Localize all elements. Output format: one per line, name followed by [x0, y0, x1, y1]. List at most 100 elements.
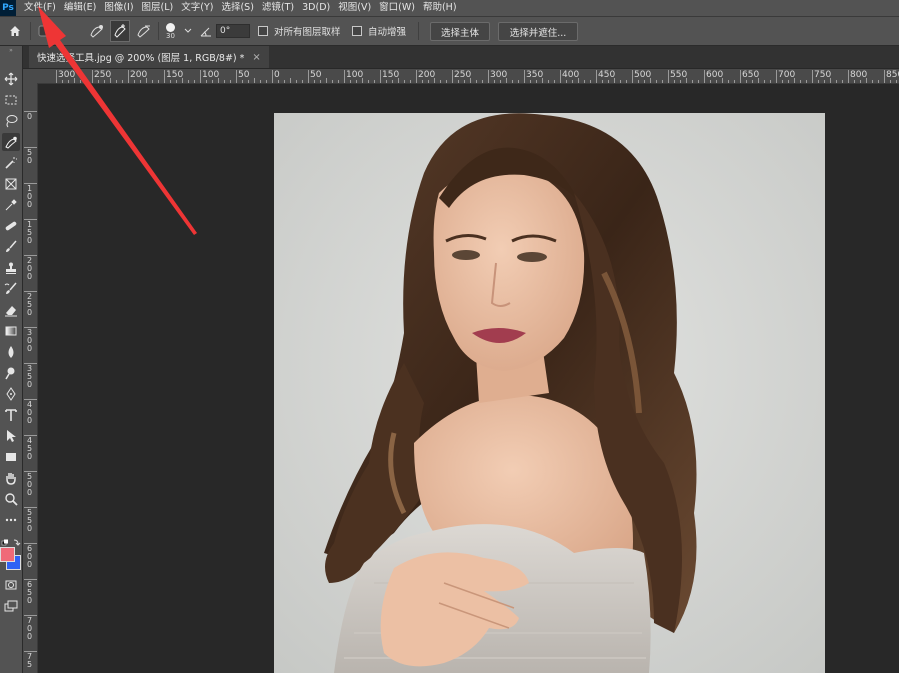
ruler-minor-tick: [134, 80, 135, 83]
ruler-label: 6 5 0: [26, 580, 33, 605]
auto-enhance-checkbox[interactable]: [352, 26, 362, 36]
separator: [158, 22, 159, 40]
ruler-label: 200: [418, 70, 436, 80]
sample-all-layers-checkbox[interactable]: [258, 26, 268, 36]
dodge-icon[interactable]: [2, 364, 20, 382]
ruler-label: 4 0 0: [26, 400, 33, 425]
ruler-minor-tick: [578, 78, 579, 83]
gradient-icon[interactable]: [2, 322, 20, 340]
tool-preset-picker[interactable]: [38, 17, 62, 45]
ruler-minor-tick: [764, 80, 765, 83]
ruler-minor-tick: [170, 80, 171, 83]
foreground-color-swatch[interactable]: [0, 547, 15, 562]
ruler-minor-tick: [716, 80, 717, 83]
ruler-major-tick: [236, 70, 237, 83]
menu-type[interactable]: 文字(Y): [177, 0, 217, 16]
ruler-minor-tick: [854, 80, 855, 83]
photoshop-logo-icon[interactable]: Ps: [0, 0, 16, 16]
crop-icon[interactable]: [2, 175, 20, 193]
type-icon[interactable]: [2, 406, 20, 424]
brush-icon[interactable]: [2, 238, 20, 256]
select-and-mask-button[interactable]: 选择并遮住...: [498, 22, 578, 41]
ruler-minor-tick: [836, 80, 837, 83]
marquee-icon[interactable]: [2, 91, 20, 109]
ruler-minor-tick: [446, 80, 447, 83]
eraser-icon[interactable]: [2, 301, 20, 319]
more-tools-icon[interactable]: [2, 511, 20, 529]
hand-icon[interactable]: [2, 469, 20, 487]
move-icon[interactable]: [2, 70, 20, 88]
select-subject-button[interactable]: 选择主体: [430, 22, 490, 41]
quick-selection-icon[interactable]: [2, 133, 20, 151]
ruler-minor-tick: [110, 78, 111, 83]
ruler-minor-tick: [722, 78, 723, 83]
menu-3d[interactable]: 3D(D): [298, 0, 334, 16]
home-icon[interactable]: [8, 17, 22, 45]
chevron-down-icon[interactable]: [184, 17, 192, 45]
ruler-origin[interactable]: [23, 69, 34, 83]
lasso-icon[interactable]: [2, 112, 20, 130]
magic-wand-icon[interactable]: [2, 154, 20, 172]
ruler-major-tick: [164, 70, 165, 83]
ruler-minor-tick: [260, 80, 261, 83]
ruler-minor-tick: [458, 80, 459, 83]
subtract-from-selection-icon[interactable]: [135, 17, 153, 45]
ruler-minor-tick: [542, 78, 543, 83]
menu-view[interactable]: 视图(V): [334, 0, 375, 16]
menu-image[interactable]: 图像(I): [100, 0, 137, 16]
eyedropper-icon[interactable]: [2, 196, 20, 214]
ruler-minor-tick: [470, 78, 471, 83]
vertical-ruler[interactable]: 0 5 0 1 0 0 1 5 0 2 0 0 2 5 0 3 0 0 3 5 0 4 0 0 4…: [23, 83, 38, 673]
zoom-icon[interactable]: [2, 490, 20, 508]
sample-all-layers-option[interactable]: 对所有图层取样: [258, 17, 341, 45]
ruler-major-tick: [24, 183, 37, 184]
pen-icon[interactable]: [2, 385, 20, 403]
tools-panel: »: [0, 46, 23, 673]
ruler-major-tick: [24, 219, 37, 220]
ruler-major-tick: [24, 363, 37, 364]
auto-enhance-option[interactable]: 自动增强: [352, 17, 406, 45]
menu-edit[interactable]: 编辑(E): [60, 0, 100, 16]
document-image[interactable]: [274, 113, 825, 673]
quick-mask-icon[interactable]: [2, 576, 20, 594]
clone-stamp-icon[interactable]: [2, 259, 20, 277]
menu-select[interactable]: 选择(S): [217, 0, 257, 16]
ruler-label: 750: [814, 70, 832, 80]
add-to-selection-icon[interactable]: [110, 20, 130, 42]
ruler-minor-tick: [290, 78, 291, 83]
ruler-minor-tick: [896, 80, 897, 83]
screen-mode-icon[interactable]: [2, 597, 20, 615]
healing-brush-icon[interactable]: [2, 217, 20, 235]
ruler-major-tick: [488, 70, 489, 83]
ruler-minor-tick: [440, 80, 441, 83]
close-icon[interactable]: ×: [252, 52, 260, 63]
menu-layer[interactable]: 图层(L): [138, 0, 178, 16]
path-selection-icon[interactable]: [2, 427, 20, 445]
ruler-minor-tick: [770, 80, 771, 83]
brush-size-picker[interactable]: 30: [166, 17, 175, 45]
angle-field[interactable]: 0°: [216, 24, 250, 38]
ruler-major-tick: [452, 70, 453, 83]
history-brush-icon[interactable]: [2, 280, 20, 298]
menu-help[interactable]: 帮助(H): [419, 0, 461, 16]
ruler-minor-tick: [152, 80, 153, 83]
ruler-minor-tick: [230, 80, 231, 83]
document-tab[interactable]: 快速选择工具.jpg @ 200% (图层 1, RGB/8#) * ×: [29, 46, 269, 68]
ruler-label: 2 5 0: [26, 292, 33, 317]
default-colors-icon[interactable]: [1, 539, 21, 547]
ruler-major-tick: [848, 70, 849, 83]
menu-window[interactable]: 窗口(W): [375, 0, 419, 16]
ruler-minor-tick: [302, 80, 303, 83]
horizontal-ruler[interactable]: 300 250 200 150 100 50 0 50 100 150 200 250 300 350 40…: [34, 69, 899, 84]
menu-filter[interactable]: 滤镜(T): [258, 0, 298, 16]
rectangle-icon[interactable]: [2, 448, 20, 466]
menu-file[interactable]: 文件(F): [20, 0, 60, 16]
new-selection-icon[interactable]: [88, 17, 106, 45]
ruler-minor-tick: [806, 80, 807, 83]
ruler-minor-tick: [674, 80, 675, 83]
ruler-label: 250: [94, 70, 112, 80]
angle-icon: [200, 17, 212, 45]
blur-icon[interactable]: [2, 343, 20, 361]
ruler-minor-tick: [590, 80, 591, 83]
collapse-panel-icon[interactable]: »: [0, 46, 22, 54]
